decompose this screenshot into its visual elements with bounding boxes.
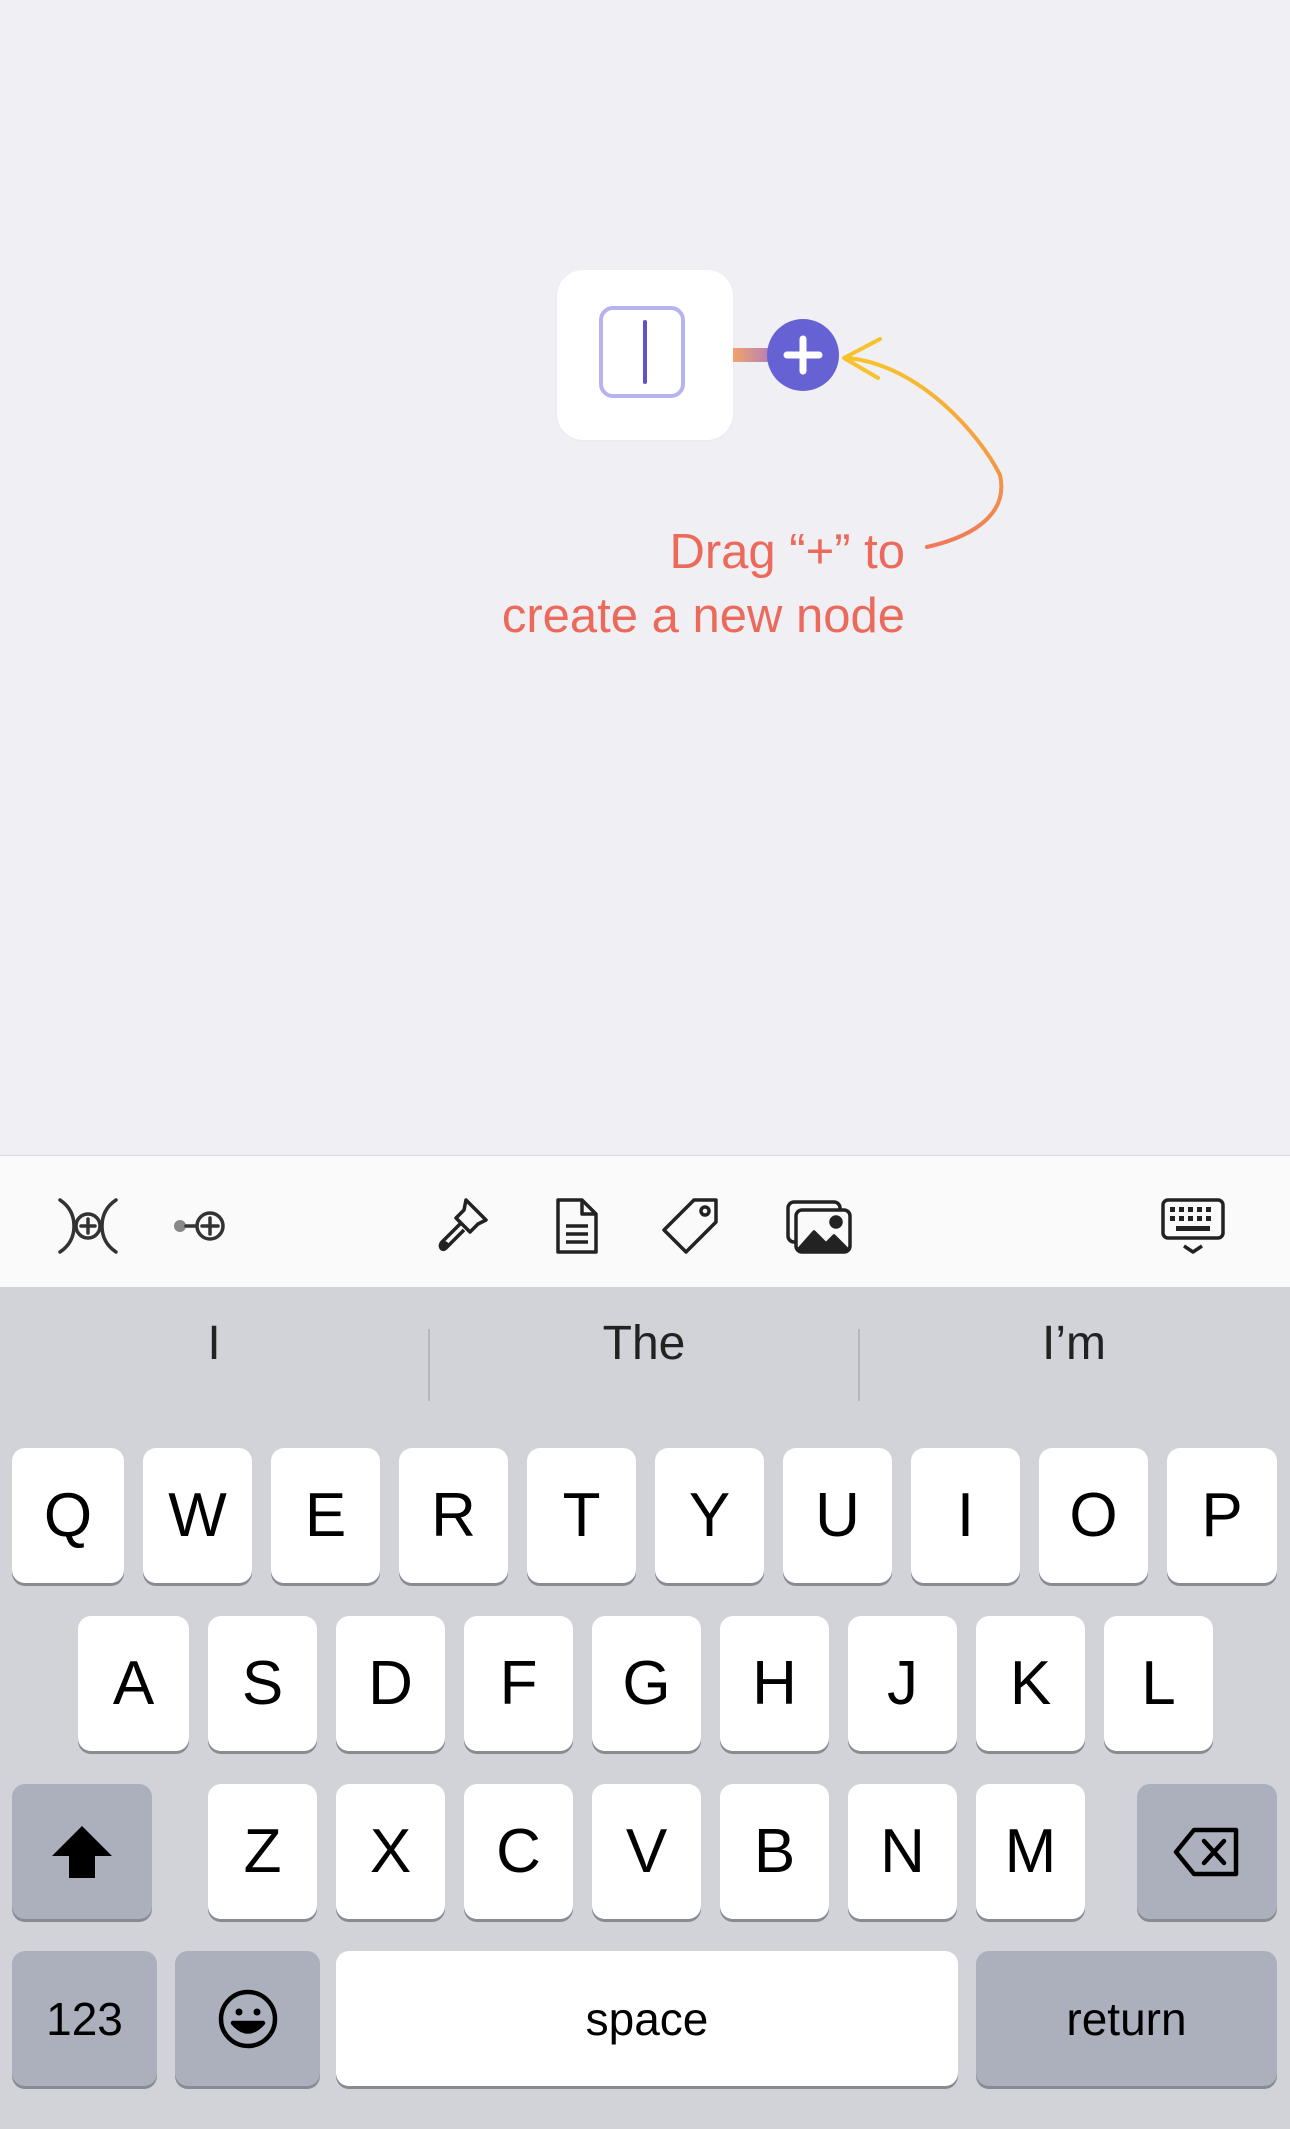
system-keyboard: I The I’m Q W E R T Y U I O P A S D F G …: [0, 1287, 1290, 2129]
insert-sibling-node-icon[interactable]: [170, 1194, 234, 1258]
key-s[interactable]: S: [208, 1616, 317, 1751]
mindmap-canvas[interactable]: Drag “+” to create a new node: [0, 0, 1290, 1155]
key-f[interactable]: F: [464, 1616, 573, 1751]
key-i[interactable]: I: [911, 1448, 1020, 1583]
key-z[interactable]: Z: [208, 1784, 317, 1919]
editing-toolbar: [0, 1155, 1290, 1287]
dismiss-keyboard-icon[interactable]: [1160, 1194, 1226, 1258]
key-b[interactable]: B: [720, 1784, 829, 1919]
key-g[interactable]: G: [592, 1616, 701, 1751]
delete-key[interactable]: [1137, 1784, 1277, 1919]
key-l[interactable]: L: [1104, 1616, 1213, 1751]
note-document-icon[interactable]: [544, 1194, 608, 1258]
suggestion-2[interactable]: The: [430, 1287, 858, 1399]
key-w[interactable]: W: [143, 1448, 252, 1583]
numbers-key[interactable]: 123: [12, 1951, 157, 2086]
text-caret: [643, 320, 647, 384]
key-k[interactable]: K: [976, 1616, 1085, 1751]
image-gallery-icon[interactable]: [784, 1194, 854, 1258]
hint-line-2: create a new node: [501, 589, 905, 643]
key-u[interactable]: U: [783, 1448, 892, 1583]
key-t[interactable]: T: [527, 1448, 636, 1583]
key-c[interactable]: C: [464, 1784, 573, 1919]
key-e[interactable]: E: [271, 1448, 380, 1583]
node-text-field[interactable]: [599, 306, 685, 398]
key-x[interactable]: X: [336, 1784, 445, 1919]
key-j[interactable]: J: [848, 1616, 957, 1751]
add-node-handle[interactable]: [767, 319, 839, 391]
key-o[interactable]: O: [1039, 1448, 1148, 1583]
key-r[interactable]: R: [399, 1448, 508, 1583]
emoji-key[interactable]: [175, 1951, 320, 2086]
key-v[interactable]: V: [592, 1784, 701, 1919]
root-node[interactable]: [557, 270, 733, 440]
key-a[interactable]: A: [78, 1616, 189, 1751]
key-p[interactable]: P: [1167, 1448, 1277, 1583]
emoji-icon: [218, 1989, 277, 2048]
key-y[interactable]: Y: [655, 1448, 764, 1583]
drag-hint: Drag “+” to create a new node: [400, 520, 905, 648]
suggestion-1[interactable]: I: [0, 1287, 428, 1399]
key-h[interactable]: H: [720, 1616, 829, 1751]
suggestion-3[interactable]: I’m: [860, 1287, 1288, 1399]
tag-icon[interactable]: [658, 1194, 722, 1258]
key-n[interactable]: N: [848, 1784, 957, 1919]
return-key[interactable]: return: [976, 1951, 1277, 2086]
space-key[interactable]: space: [336, 1951, 958, 2086]
insert-child-node-icon[interactable]: [56, 1194, 120, 1258]
style-brush-icon[interactable]: [430, 1194, 494, 1258]
key-m[interactable]: M: [976, 1784, 1085, 1919]
shift-key[interactable]: [12, 1784, 152, 1919]
shift-icon: [52, 1825, 112, 1878]
key-q[interactable]: Q: [12, 1448, 124, 1583]
backspace-icon: [1173, 1827, 1239, 1876]
plus-icon: [783, 335, 823, 375]
node-connector: [733, 348, 771, 362]
key-d[interactable]: D: [336, 1616, 445, 1751]
hint-line-1: Drag “+” to: [669, 525, 905, 579]
